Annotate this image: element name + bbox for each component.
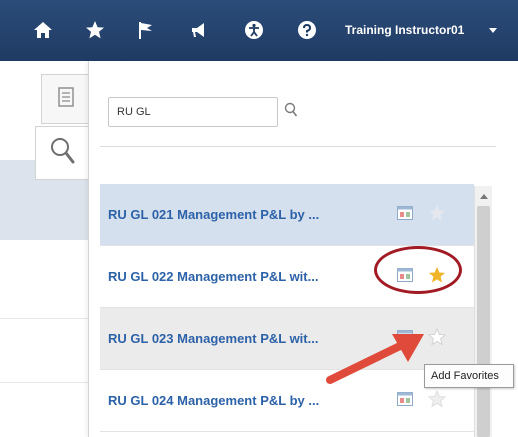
- magnifier-icon: [284, 102, 298, 123]
- add-favorites-tooltip: Add Favorites: [424, 364, 514, 388]
- tab-search[interactable]: [35, 126, 89, 180]
- search-input[interactable]: [108, 97, 278, 127]
- result-link[interactable]: RU GL 024 Management P&L by ...: [108, 370, 319, 432]
- top-bar: Training Instructor01: [0, 0, 518, 61]
- result-row-selected[interactable]: RU GL 021 Management P&L by ...: [100, 184, 474, 246]
- favorite-star-icon[interactable]: [427, 327, 447, 346]
- search-icon: [50, 137, 76, 170]
- report-icon[interactable]: [397, 330, 413, 344]
- report-icon[interactable]: [397, 392, 413, 406]
- result-link[interactable]: RU GL 022 Management P&L wit...: [108, 246, 318, 308]
- help-icon[interactable]: [295, 18, 319, 42]
- user-menu-caret[interactable]: [489, 28, 497, 33]
- result-link[interactable]: RU GL 023 Management P&L wit...: [108, 308, 318, 370]
- result-row-hovered[interactable]: RU GL 023 Management P&L wit...: [100, 308, 474, 370]
- background-divider: [0, 382, 88, 383]
- tab-documents[interactable]: [41, 74, 89, 124]
- panel-divider: [100, 146, 496, 147]
- favorite-star-icon[interactable]: [428, 204, 446, 222]
- result-row[interactable]: RU GL 022 Management P&L wit...: [100, 246, 474, 308]
- result-row[interactable]: RU GL 024 Management P&L by ...: [100, 370, 474, 432]
- favorite-star-icon[interactable]: [427, 389, 447, 408]
- favorite-star-icon[interactable]: [428, 266, 446, 284]
- user-menu-label[interactable]: Training Instructor01: [345, 23, 464, 37]
- scroll-up-icon[interactable]: [480, 194, 488, 199]
- search-button[interactable]: [282, 102, 300, 123]
- megaphone-icon[interactable]: [187, 18, 211, 42]
- report-icon[interactable]: [397, 268, 413, 282]
- results-scrollbar[interactable]: [474, 186, 492, 437]
- scrollbar-thumb[interactable]: [477, 206, 490, 437]
- report-icon[interactable]: [397, 206, 413, 220]
- result-link[interactable]: RU GL 021 Management P&L by ...: [108, 184, 319, 246]
- document-icon: [57, 86, 74, 112]
- star-icon[interactable]: [83, 18, 107, 42]
- flag-icon[interactable]: [134, 18, 158, 42]
- background-divider: [0, 318, 88, 319]
- accessibility-icon[interactable]: [242, 18, 266, 42]
- home-icon[interactable]: [31, 18, 55, 42]
